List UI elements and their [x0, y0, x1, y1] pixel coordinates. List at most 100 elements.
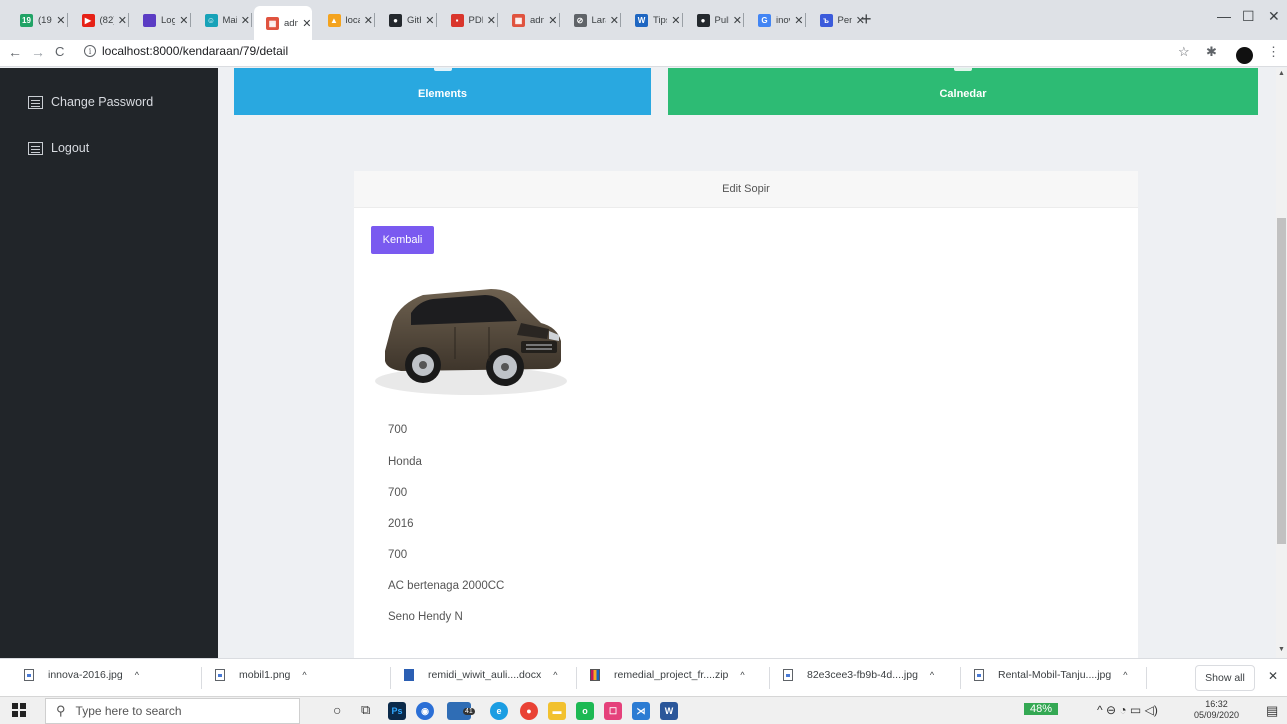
reload-icon[interactable]: C [55, 44, 64, 59]
browser-menu-icon[interactable]: ⋮ [1267, 44, 1280, 60]
browser-tab[interactable]: 19 (19) V ✕ [8, 8, 66, 32]
extensions-icon[interactable]: ✱ [1206, 44, 1217, 60]
page-scrollbar[interactable]: ▲ ▼ [1276, 68, 1287, 658]
forward-arrow-icon[interactable]: → [31, 44, 45, 60]
windows-start-icon[interactable] [12, 703, 26, 717]
chrome-icon[interactable]: ● [520, 702, 538, 720]
tab-close-icon[interactable]: ✕ [364, 14, 373, 27]
battery-indicator[interactable]: 48% [1024, 703, 1059, 715]
download-filename: remidi_wiwit_auli....docx [428, 669, 542, 681]
chevron-up-icon[interactable]: ^ [553, 670, 557, 680]
elements-card-label: Elements [418, 87, 467, 100]
browser-tab[interactable]: ● Pull R ✕ [685, 8, 742, 32]
browser-app-icon[interactable]: ◉ [416, 702, 434, 720]
sidebar-item-change-password[interactable]: Change Password [28, 95, 153, 109]
close-window-icon[interactable]: ✕ [1268, 8, 1280, 25]
tab-close-icon[interactable]: ✕ [241, 14, 250, 27]
chevron-up-icon[interactable]: ^ [740, 670, 744, 680]
tab-separator [189, 13, 191, 27]
tab-close-icon[interactable]: ✕ [56, 14, 65, 27]
tab-separator [128, 13, 129, 27]
card-icon [954, 68, 972, 71]
download-filename: remedial_project_fr....zip [614, 669, 729, 681]
browser-tab[interactable]: ▦ admi ✕ [500, 8, 558, 32]
new-tab-button[interactable]: + [861, 9, 872, 30]
vscode-icon[interactable]: ⋊ [632, 702, 650, 720]
edge-icon[interactable]: e [490, 702, 508, 720]
photoshop-icon[interactable]: Ps [388, 702, 406, 720]
detail-field: Honda [388, 456, 422, 468]
browser-tab[interactable]: ▶ (82) L ✕ [70, 8, 127, 32]
tab-close-icon[interactable]: ✕ [794, 14, 803, 27]
show-all-button[interactable]: Show all [1195, 665, 1255, 691]
calendar-card[interactable]: Calnedar [668, 68, 1258, 115]
browser-tab[interactable]: ● GitHu ✕ [377, 8, 435, 32]
windows-taskbar: ⚲ Type here to search ○ ⧉ Ps ◉ 41 e ● ▬ … [0, 696, 1287, 724]
tab-close-icon[interactable]: ✕ [425, 14, 434, 27]
tab-close-icon[interactable]: ✕ [548, 14, 557, 27]
scroll-up-icon[interactable]: ▲ [1278, 70, 1285, 77]
tab-close-icon[interactable]: ✕ [179, 14, 188, 27]
browser-tab[interactable]: W Tips- ✕ [623, 8, 681, 32]
menu-grid-icon [28, 141, 43, 155]
tab-title: locall [345, 14, 360, 26]
browser-tab[interactable]: Login✕ [131, 8, 189, 32]
file-icon [215, 669, 225, 681]
tab-favicon-icon: ъ [819, 13, 833, 27]
chevron-up-icon[interactable]: ^ [1123, 670, 1127, 680]
profile-avatar[interactable] [1236, 47, 1253, 64]
download-item[interactable]: innova-2016.jpg ^ [24, 669, 139, 681]
minimize-icon[interactable]: — [1217, 8, 1231, 24]
word-icon[interactable]: W [660, 702, 678, 720]
back-arrow-icon[interactable]: ← [8, 44, 22, 60]
detail-field: 700 [388, 549, 408, 561]
tab-close-icon[interactable]: ✕ [671, 14, 680, 27]
file-icon [404, 669, 414, 681]
file-explorer-icon[interactable]: ▬ [548, 702, 566, 720]
cortana-icon[interactable]: ○ [333, 702, 341, 718]
back-button[interactable]: Kembali [371, 226, 434, 254]
browser-tab[interactable]: ъPenju✕ [808, 8, 865, 32]
system-tray-icons[interactable]: ^ ⊖ ◔ ▭ ◁) [1097, 703, 1158, 717]
download-item[interactable]: mobil1.png ^ [215, 669, 307, 681]
task-view-icon[interactable]: ⧉ [361, 702, 370, 718]
address-bar[interactable]: i localhost:8000/kendaraan/79/detail [84, 44, 288, 58]
browser-tab[interactable]: ▲ locall ✕ [316, 8, 373, 32]
chevron-up-icon[interactable]: ^ [135, 670, 139, 680]
panel-title: Edit Sopir [722, 183, 770, 195]
browser-tab[interactable]: ⊘ Larav ✕ [562, 8, 619, 32]
scrollbar-thumb[interactable] [1277, 218, 1286, 544]
maximize-icon[interactable]: ☐ [1242, 8, 1255, 25]
tab-close-icon[interactable]: ✕ [610, 14, 619, 27]
info-icon[interactable]: i [84, 45, 96, 57]
tab-close-icon[interactable]: ✕ [302, 17, 311, 30]
browser-tab[interactable]: ▦ admi ✕ [254, 6, 312, 40]
close-icon[interactable]: ✕ [1268, 669, 1278, 683]
tab-close-icon[interactable]: ✕ [733, 14, 742, 27]
download-item[interactable]: remedial_project_fr....zip ^ [590, 669, 745, 681]
scroll-down-icon[interactable]: ▼ [1278, 646, 1285, 653]
tab-favicon-icon: ⊘ [573, 13, 587, 27]
tab-close-icon[interactable]: ✕ [487, 14, 496, 27]
sidebar-item-logout[interactable]: Logout [28, 141, 89, 155]
browser-tab[interactable]: ▪ PDF t ✕ [439, 8, 496, 32]
notifications-icon[interactable]: ▤ [1266, 703, 1278, 719]
chevron-up-icon[interactable]: ^ [930, 670, 934, 680]
calendar-card-label: Calnedar [939, 87, 987, 100]
elements-card[interactable]: Elements [234, 68, 651, 115]
taskbar-search-input[interactable]: ⚲ Type here to search [45, 698, 300, 724]
download-item[interactable]: 82e3cee3-fb9b-4d....jpg ^ [783, 669, 934, 681]
file-icon [974, 669, 984, 681]
chevron-up-icon[interactable]: ^ [302, 670, 306, 680]
download-item[interactable]: Rental-Mobil-Tanju....jpg ^ [974, 669, 1127, 681]
app-icon-pink[interactable]: ☐ [604, 702, 622, 720]
browser-tab[interactable]: Ginova ✕ [746, 8, 804, 32]
browser-tab[interactable]: ☺ Mailt ✕ [193, 8, 250, 32]
download-item[interactable]: remidi_wiwit_auli....docx ^ [404, 669, 557, 681]
download-filename: mobil1.png [239, 669, 291, 681]
detail-field: AC bertenaga 2000CC [388, 580, 505, 592]
tab-close-icon[interactable]: ✕ [118, 14, 127, 27]
app-icon-green[interactable]: o [576, 702, 594, 720]
bookmark-star-icon[interactable]: ☆ [1178, 44, 1190, 60]
clock[interactable]: 16:32 05/09/2020 [1194, 699, 1239, 721]
